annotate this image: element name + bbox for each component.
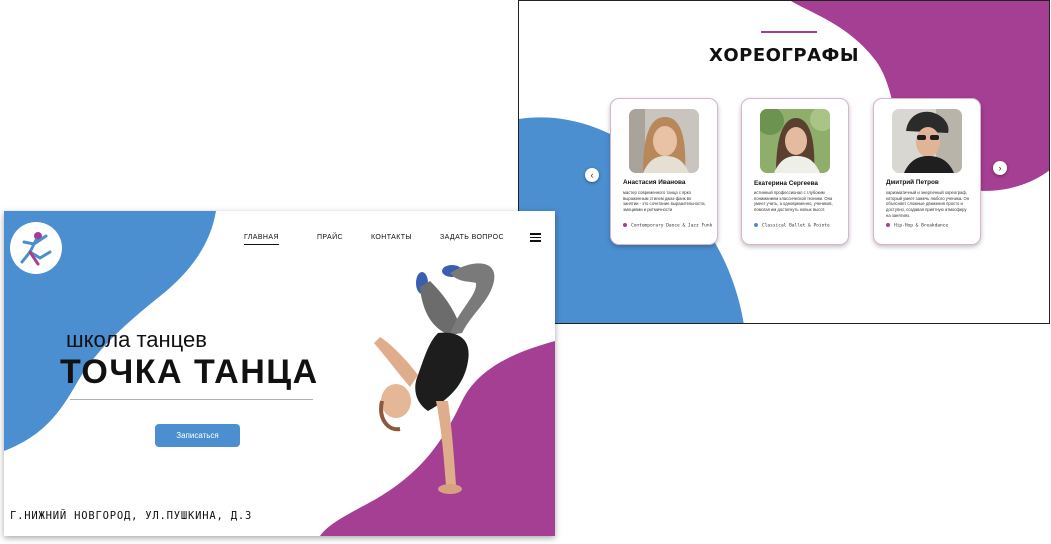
choreographer-name: Дмитрий Петров — [886, 179, 939, 186]
choreographer-style-tag: Classical Ballet & Pointe — [754, 223, 830, 229]
nav-home-link[interactable]: ГЛАВНАЯ — [244, 234, 279, 245]
home-slide: ГЛАВНАЯ ПРАЙС КОНТАКТЫ ЗАДАТЬ ВОПРОС шко… — [4, 211, 555, 536]
choreographer-photo — [760, 109, 830, 173]
nav-contacts-link[interactable]: КОНТАКТЫ — [371, 234, 412, 241]
section-title: ХОРЕОГРАФЫ — [708, 45, 860, 66]
choreographer-card[interactable]: Екатерина Сергеева истинный профессионал… — [741, 98, 849, 245]
signup-button[interactable]: Записаться — [155, 424, 240, 447]
choreographer-photo — [892, 109, 962, 173]
nav-ask-question-link[interactable]: ЗАДАТЬ ВОПРОС — [440, 234, 504, 241]
choreographer-name: Анастасия Иванова — [623, 179, 686, 186]
style-tag-label: Hip-Hop & Breakdance — [894, 223, 949, 229]
choreographer-card[interactable]: Дмитрий Петров харизматичный и энергичны… — [873, 98, 981, 245]
next-arrow-button[interactable]: › — [993, 161, 1007, 175]
school-subtitle: школа танцев — [66, 327, 207, 352]
choreographer-description: харизматичный и энергичный хореограф, ко… — [886, 190, 970, 218]
nav-price-link[interactable]: ПРАЙС — [317, 234, 343, 241]
style-tag-label: Contemporary Dance & Jazz Funk — [631, 223, 713, 229]
choreographer-description: истинный профессионал с глубоким пониман… — [754, 190, 833, 213]
choreographer-style-tag: Contemporary Dance & Jazz Funk — [623, 223, 712, 229]
style-tag-label: Classical Ballet & Pointe — [762, 223, 830, 229]
choreographer-description: мастер современного танца с ярко выражен… — [623, 190, 706, 213]
choreographer-photo — [629, 109, 699, 173]
title-accent-bar — [761, 31, 817, 33]
school-address: Г.НИЖНИЙ НОВГОРОД, УЛ.ПУШКИНА, Д.3 — [10, 510, 253, 522]
school-title: ТОЧКА ТАНЦА — [60, 353, 319, 391]
menu-burger-icon[interactable] — [530, 233, 541, 244]
title-divider — [70, 399, 313, 400]
dancer-logo-icon — [20, 232, 52, 266]
breakdancer-photo — [374, 263, 495, 494]
style-dot-icon — [623, 223, 627, 227]
choreographer-card[interactable]: Анастасия Иванова мастер современного та… — [610, 98, 718, 245]
school-logo[interactable] — [10, 222, 62, 274]
choreographer-style-tag: Hip-Hop & Breakdance — [886, 223, 948, 229]
style-dot-icon — [754, 223, 758, 227]
choreographer-name: Екатерина Сергеева — [754, 180, 818, 187]
prev-arrow-button[interactable]: ‹ — [585, 168, 599, 182]
choreographers-slide: ХОРЕОГРАФЫ ‹ › Анастасия Иванова мастер … — [518, 0, 1050, 324]
style-dot-icon — [886, 223, 890, 227]
